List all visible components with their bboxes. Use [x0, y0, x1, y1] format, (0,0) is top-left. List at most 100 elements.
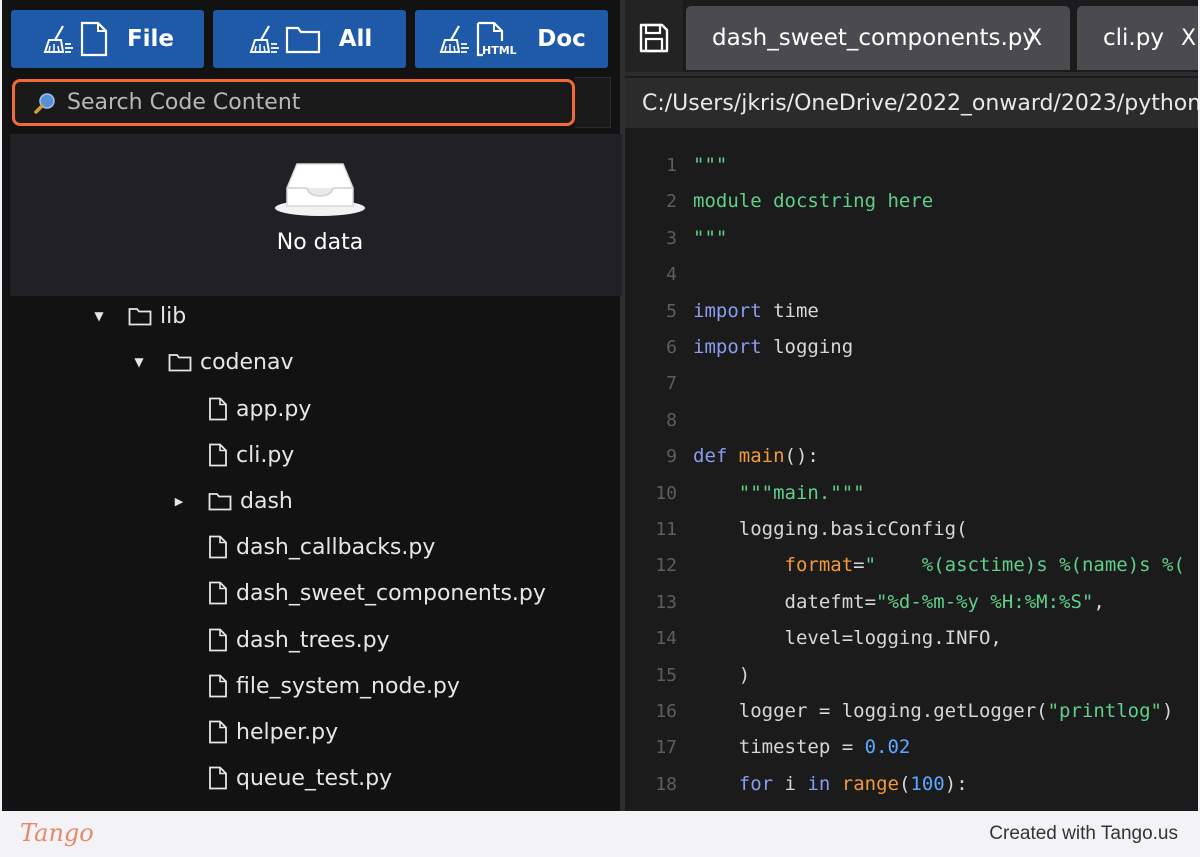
file-icon: [208, 443, 228, 467]
code-text: """main.""": [693, 482, 865, 504]
tree-item-label: app.py: [236, 396, 312, 422]
clear-all-button[interactable]: All: [213, 10, 406, 68]
code-token: 100: [910, 773, 945, 795]
magnifier-icon: [34, 92, 55, 114]
code-token: """: [693, 227, 728, 249]
code-line: 11 logging.basicConfig(: [625, 514, 968, 544]
line-number: 10: [655, 482, 677, 504]
tree-item-app-py[interactable]: app.py: [172, 389, 311, 429]
line-number: 16: [655, 700, 677, 722]
clear-doc-button[interactable]: HTML Doc: [415, 10, 608, 68]
code-token: import: [693, 300, 762, 322]
caret-down-icon[interactable]: ▼: [92, 309, 106, 323]
tree-item-label: lib: [160, 303, 187, 329]
search-field-extension: [575, 77, 611, 128]
file-icon: [208, 628, 228, 652]
folder-icon: [285, 26, 320, 54]
search-results-dropdown: No data: [10, 134, 622, 296]
tree-item-dash-callbacks-py[interactable]: dash_callbacks.py: [172, 527, 435, 567]
tree-item-queue-test-py[interactable]: queue_test.py: [172, 758, 392, 798]
broom-icon: [43, 25, 73, 53]
code-line: 8: [625, 405, 693, 435]
code-line: 13 datefmt="%d-%m-%y %H:%M:%S",: [625, 587, 1105, 617]
tree-item-label: codenav: [200, 349, 294, 375]
tree-item-dash[interactable]: ▶ dash: [172, 481, 293, 521]
caret-down-icon[interactable]: ▼: [132, 355, 146, 369]
save-button[interactable]: [625, 0, 683, 76]
code-line: 1 """: [625, 150, 727, 180]
app-window: File All HTML Doc Search Code Content No…: [2, 0, 1198, 811]
line-number: 6: [666, 336, 677, 358]
code-token: i: [773, 773, 808, 795]
html-badge-text: HTML: [482, 44, 517, 57]
code-line: 10 """main.""": [625, 478, 865, 508]
tree-item-label: file_system_node.py: [236, 673, 460, 699]
tango-logo: Tango: [20, 819, 94, 847]
search-field[interactable]: [12, 79, 575, 126]
empty-inbox-icon: [275, 163, 365, 216]
tree-item-label: cli.py: [236, 442, 295, 468]
tree-item-file-system-node-py[interactable]: file_system_node.py: [172, 666, 460, 706]
code-token: " %(asctime)s %(name)s %(: [864, 554, 1185, 576]
tree-item-dash-trees-py[interactable]: dash_trees.py: [172, 620, 390, 660]
code-line: 6 import logging: [625, 332, 853, 362]
code-token: logger = logging.getLogger(: [693, 700, 1048, 722]
tree-item-codenav[interactable]: ▼ codenav: [132, 342, 294, 382]
tree-item-cli-py[interactable]: cli.py: [172, 435, 294, 475]
search-input[interactable]: [67, 90, 547, 115]
code-line: 18 for i in range(100):: [625, 769, 968, 799]
code-editor[interactable]: 1 """ 2 module docstring here 3 """ 4 5 import t…: [625, 128, 1198, 811]
line-number: 13: [655, 591, 677, 613]
code-line: 9 def main():: [625, 441, 819, 471]
code-text: for i in range(100):: [693, 773, 968, 795]
tree-item-helper-py[interactable]: helper.py: [172, 712, 338, 752]
code-token: ): [693, 664, 751, 686]
file-path: C:/Users/jkris/OneDrive/2022_onward/2023…: [642, 90, 1198, 116]
file-icon: [208, 720, 228, 744]
tree-item-label: queue_test.py: [236, 765, 393, 791]
file-icon: [208, 535, 228, 559]
line-number: 15: [655, 664, 677, 686]
code-text: import logging: [693, 336, 853, 358]
code-token: timestep =: [693, 736, 865, 758]
line-number: 14: [655, 627, 677, 649]
clear-file-button[interactable]: File: [11, 10, 204, 68]
line-number: 7: [666, 372, 677, 394]
code-token: def: [693, 445, 728, 467]
tree-item-label: dash_trees.py: [236, 627, 390, 653]
code-token: ):: [944, 773, 968, 795]
file-icon: [208, 674, 228, 698]
code-token: "printlog": [1047, 700, 1162, 722]
code-line: 16 logger = logging.getLogger("printlog"…: [625, 696, 1173, 726]
tab-dash-sweet-components[interactable]: dash_sweet_components.py X: [686, 6, 1070, 70]
tab-cli-py[interactable]: cli.py X: [1077, 6, 1198, 70]
folder-icon: [128, 306, 152, 326]
tree-item-lib[interactable]: ▼ lib: [92, 296, 186, 336]
code-token: ,: [1093, 591, 1105, 613]
footer: Tango Created with Tango.us: [0, 811, 1200, 857]
code-token: main: [738, 445, 785, 467]
file-path-bar: C:/Users/jkris/OneDrive/2022_onward/2023…: [625, 78, 1198, 128]
folder-icon: [168, 352, 192, 372]
tab-close-icon[interactable]: X: [1181, 26, 1196, 51]
code-token: format: [784, 554, 854, 576]
code-text: logger = logging.getLogger("printlog"): [693, 700, 1174, 722]
code-token: (: [898, 773, 911, 795]
code-token: import: [693, 336, 762, 358]
folder-icon: [208, 491, 232, 511]
tree-item-dash-sweet-components-py[interactable]: dash_sweet_components.py: [172, 573, 546, 613]
tab-label: dash_sweet_components.py: [712, 25, 1036, 51]
code-token: """main.""": [738, 482, 865, 504]
line-number: 11: [655, 518, 677, 540]
code-token: logging.basicConfig(: [693, 518, 968, 540]
code-token: in: [807, 773, 831, 795]
code-token: =: [853, 554, 865, 576]
caret-right-icon[interactable]: ▶: [172, 495, 186, 508]
tab-close-icon[interactable]: X: [1027, 26, 1042, 51]
html-file-icon: HTML: [477, 21, 517, 57]
broom-icon: [439, 25, 470, 53]
